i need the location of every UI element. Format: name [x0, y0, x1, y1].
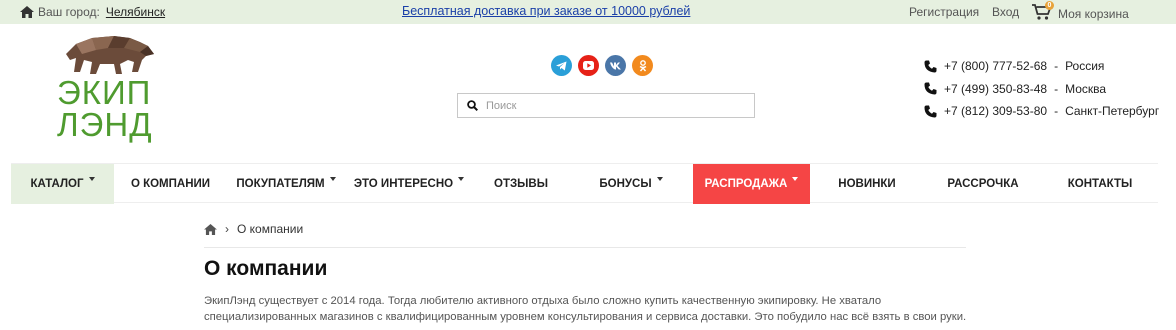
phone-spb[interactable]: +7 (812) 309-53-80 - Санкт-Петербург [924, 100, 1159, 123]
nav-bonuses[interactable]: Бонусы [569, 164, 693, 204]
city-label: Ваш город: [38, 5, 100, 19]
phone-region: Россия [1065, 59, 1105, 74]
nav-label: Каталог [30, 178, 84, 190]
search-icon[interactable] [458, 100, 486, 111]
nav-catalog[interactable]: Каталог [11, 164, 114, 204]
phone-icon [924, 82, 937, 95]
phone-region: Санкт-Петербург [1065, 104, 1160, 119]
phone-icon [924, 60, 937, 73]
top-bar: Ваш город: Челябинск Бесплатная доставка… [0, 0, 1176, 24]
phone-list: +7 (800) 777-52-68 - Россия +7 (499) 350… [924, 55, 1159, 123]
nav-installment[interactable]: Рассрочка [924, 164, 1042, 204]
nav-interesting[interactable]: Это интересно [345, 164, 473, 204]
divider [204, 247, 966, 248]
phone-russia[interactable]: +7 (800) 777-52-68 - Россия [924, 55, 1159, 78]
cart-link[interactable]: 0 Моя корзина [1032, 0, 1129, 21]
caret-down-icon [88, 177, 95, 181]
free-delivery-link[interactable]: Бесплатная доставка при заказе от 10000 … [402, 4, 690, 18]
logo-text-line1: ЭКИП [57, 74, 152, 111]
login-link[interactable]: Вход [992, 5, 1019, 19]
phone-separator: - [1054, 81, 1059, 96]
page-title: О компании [204, 257, 328, 280]
phone-number: +7 (812) 309-53-80 [944, 104, 1048, 119]
cart-icon: 0 [1032, 0, 1054, 21]
nav-about[interactable]: О компании [114, 164, 227, 204]
bear-logo-icon [66, 36, 154, 74]
nav-customers[interactable]: Покупателям [227, 164, 345, 204]
phone-separator: - [1054, 104, 1059, 119]
breadcrumb: › О компании [204, 222, 303, 236]
site-logo[interactable]: ЭКИП ЛЭНД [56, 34, 164, 143]
nav-label: Это интересно [353, 178, 454, 190]
nav-reviews[interactable]: Отзывы [473, 164, 569, 204]
vk-icon[interactable] [605, 55, 626, 76]
nav-label: Отзывы [494, 178, 548, 190]
nav-new[interactable]: Новинки [810, 164, 924, 204]
city-value-link[interactable]: Челябинск [106, 5, 165, 19]
nav-contacts[interactable]: Контакты [1042, 164, 1158, 204]
nav-sale[interactable]: Распродажа [693, 164, 810, 204]
phone-separator: - [1054, 59, 1059, 74]
youtube-icon[interactable] [578, 55, 599, 76]
search-box[interactable] [457, 93, 755, 118]
caret-down-icon [329, 177, 336, 181]
phone-region: Москва [1065, 81, 1107, 96]
home-icon [20, 6, 34, 18]
phone-number: +7 (499) 350-83-48 [944, 81, 1048, 96]
search-input[interactable] [486, 99, 746, 112]
nav-label: Бонусы [599, 178, 652, 190]
main-nav: Каталог О компании Покупателям Это интер… [11, 163, 1158, 204]
intro-line: ЭкипЛэнд существует с 2014 года. Тогда л… [204, 295, 882, 307]
cart-count-badge: 0 [1045, 0, 1054, 10]
social-links [551, 55, 653, 76]
phone-number: +7 (800) 777-52-68 [944, 59, 1048, 74]
cart-label: Моя корзина [1058, 7, 1129, 21]
telegram-icon[interactable] [551, 55, 572, 76]
logo-text-line2: ЛЭНД [57, 106, 153, 143]
page-intro-text: ЭкипЛэнд существует с 2014 года. Тогда л… [204, 293, 974, 325]
phone-moscow[interactable]: +7 (499) 350-83-48 - Москва [924, 78, 1159, 101]
phone-icon [924, 105, 937, 118]
nav-label: Покупателям [236, 178, 325, 190]
nav-label: Новинки [838, 178, 896, 190]
caret-down-icon [656, 177, 663, 181]
intro-line: специализированных магазинов с квалифици… [204, 311, 967, 323]
nav-label: Контакты [1067, 178, 1133, 190]
home-icon[interactable] [204, 223, 217, 235]
nav-label: Распродажа [704, 178, 788, 190]
caret-down-icon [792, 177, 799, 181]
breadcrumb-current: О компании [237, 222, 304, 236]
caret-down-icon [458, 177, 465, 181]
register-link[interactable]: Регистрация [909, 5, 979, 19]
ok-icon[interactable] [632, 55, 653, 76]
nav-label: Рассрочка [947, 178, 1019, 190]
city-selector[interactable]: Ваш город: Челябинск [20, 5, 165, 19]
chevron-right-icon: › [225, 222, 229, 236]
nav-label: О компании [130, 178, 211, 190]
